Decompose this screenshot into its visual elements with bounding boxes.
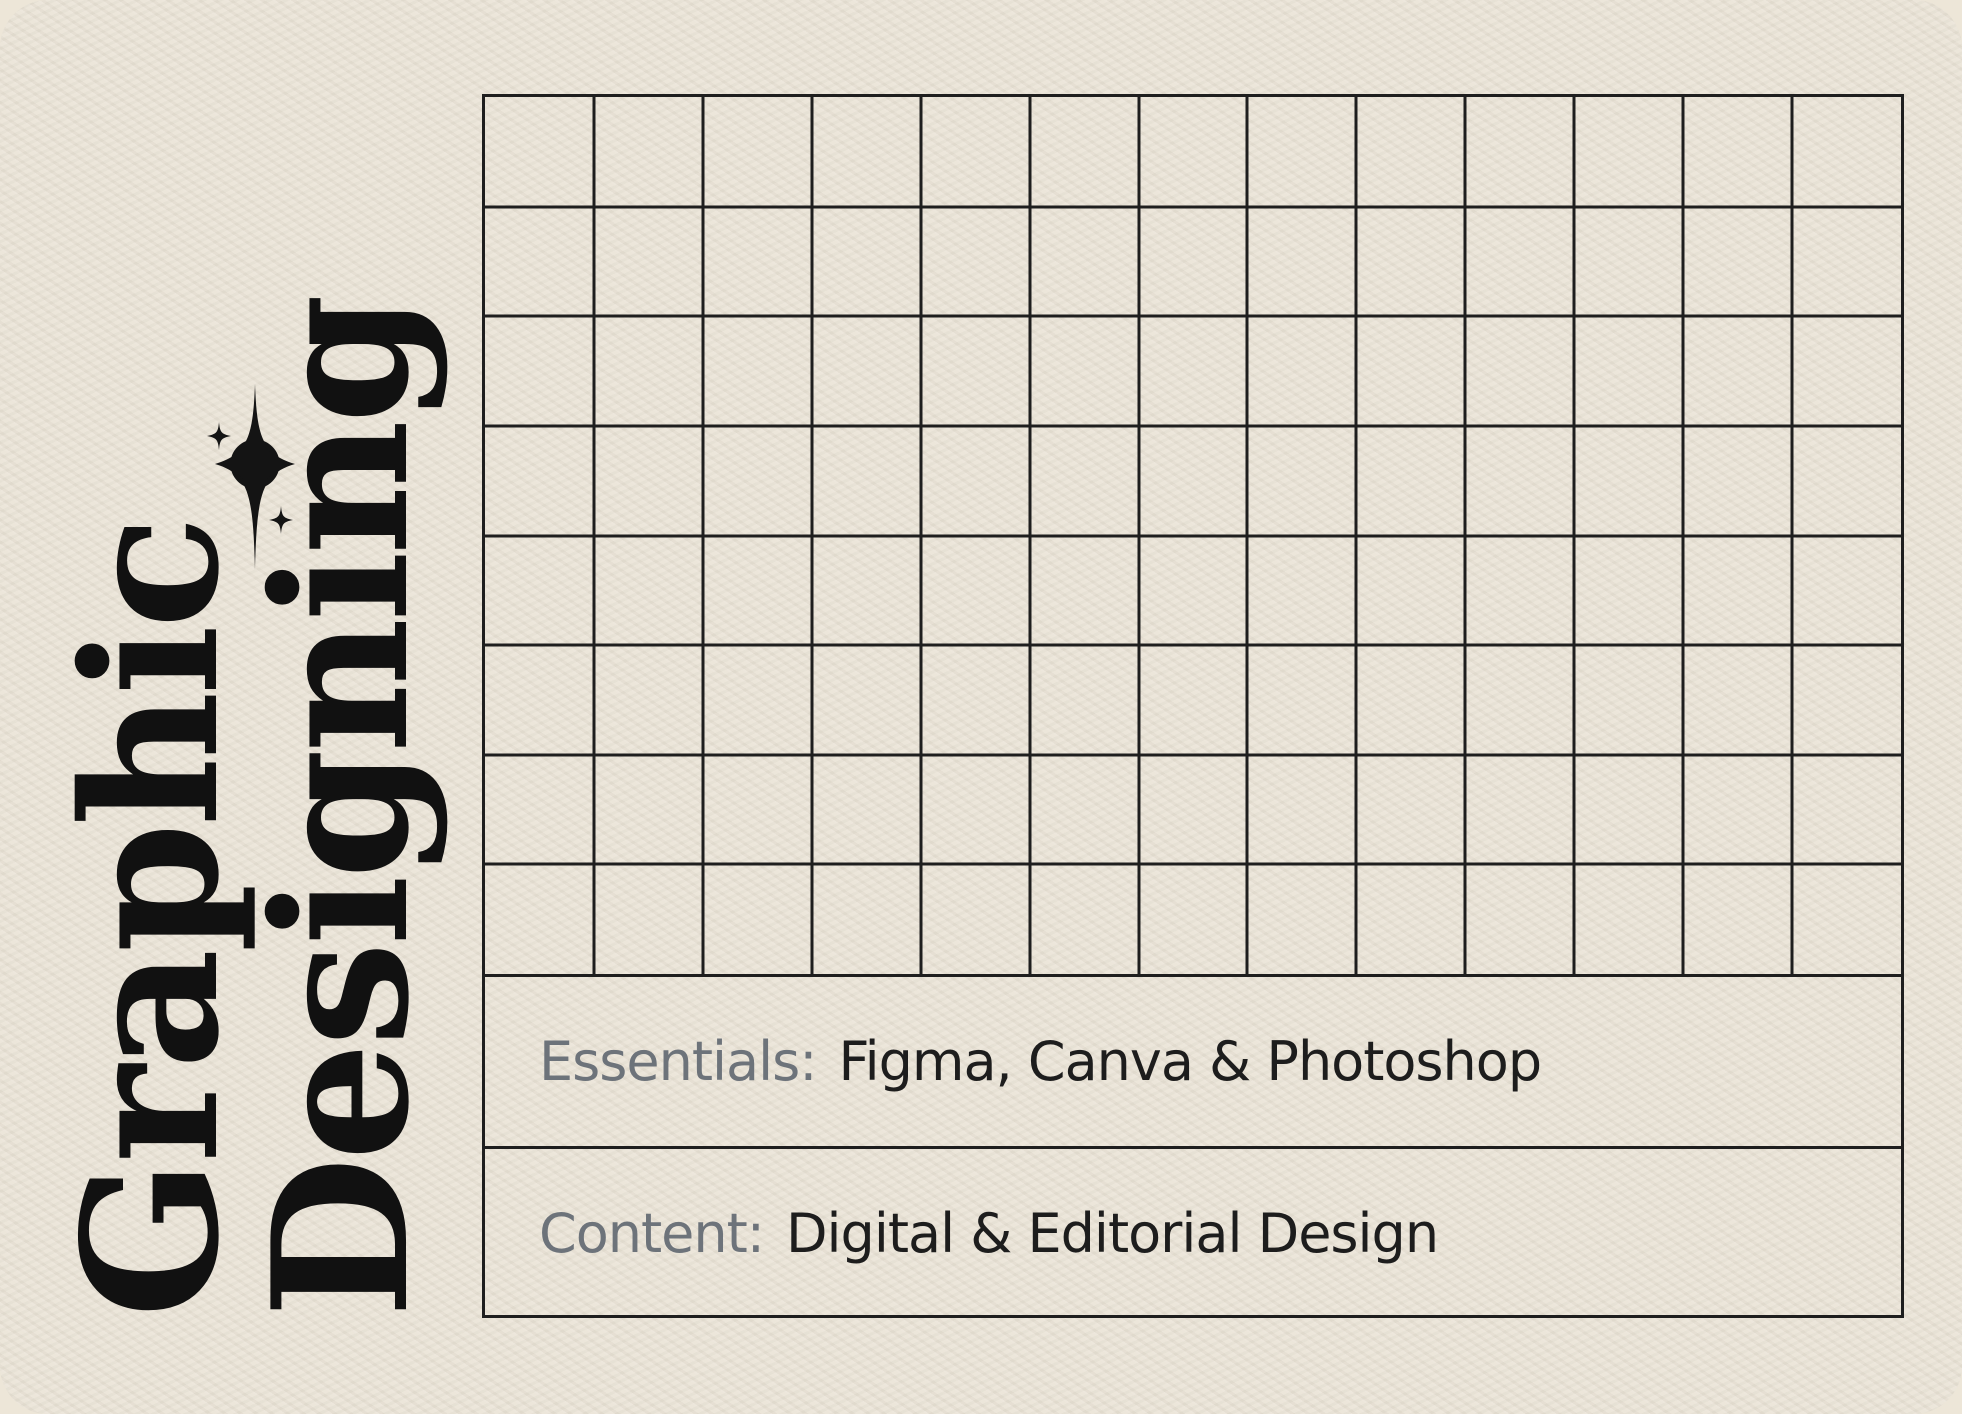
content-value: Digital & Editorial Design	[785, 1202, 1439, 1265]
vertical-title: Graphic Designing	[0, 0, 470, 1414]
content-row: Content: Digital & Editorial Design	[485, 1146, 1901, 1318]
sparkle-icon	[207, 384, 295, 570]
title-line-graphic: Graphic	[41, 519, 260, 1318]
content-label: Content:	[539, 1202, 765, 1265]
essentials-row: Essentials: Figma, Canva & Photoshop	[485, 974, 1901, 1146]
card: Graphic Designing Essentials: Figma, Can…	[0, 0, 1962, 1414]
essentials-value: Figma, Canva & Photoshop	[838, 1030, 1542, 1093]
grid-lines	[485, 97, 1901, 974]
grid-panel: Essentials: Figma, Canva & Photoshop Con…	[482, 94, 1904, 1318]
essentials-label: Essentials:	[539, 1030, 817, 1093]
